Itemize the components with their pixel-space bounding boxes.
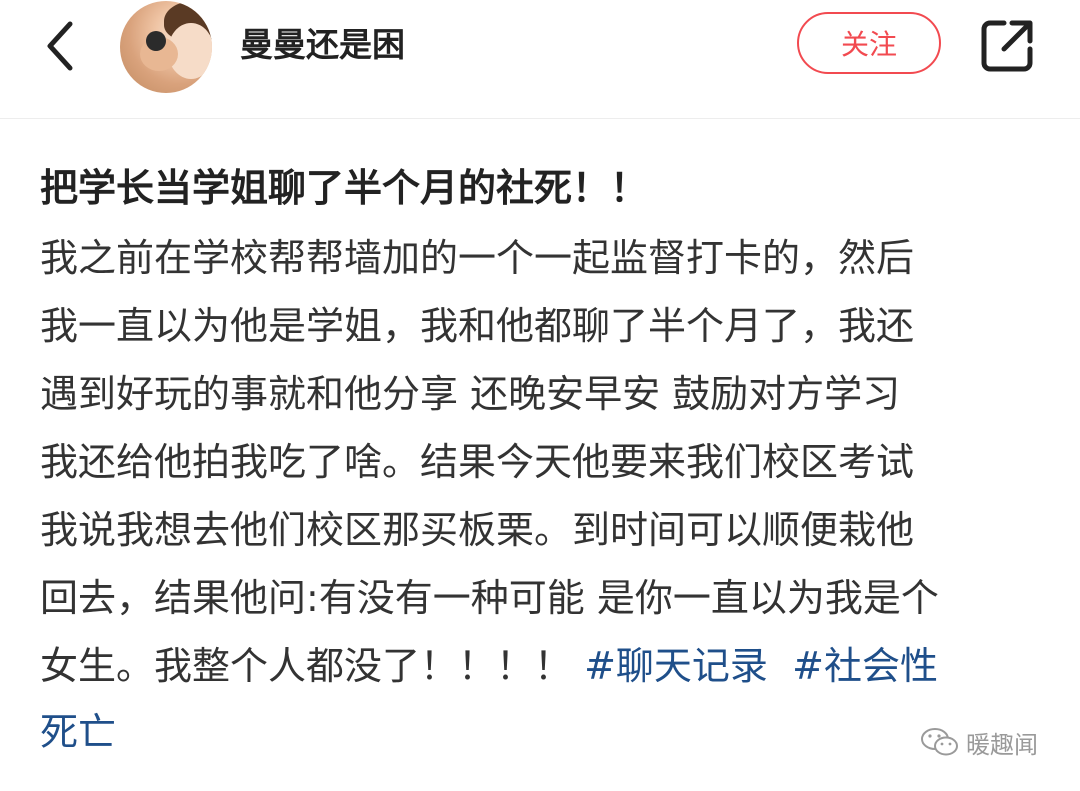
body-line: 我说我想去他们校区那买板栗。到时间可以顺便栽他	[40, 508, 915, 552]
hashtag-social-death[interactable]: #社会性	[792, 644, 938, 688]
watermark: 暖趣闻	[920, 722, 1038, 762]
hashtag-chat-record[interactable]: #聊天记录	[584, 644, 768, 688]
post-header: 曼曼还是困 关注	[0, 0, 1080, 119]
body-line: 回去，结果他问:有没有一种可能 是你一直以为我是个	[40, 576, 939, 620]
body-line: 我还给他拍我吃了啥。结果今天他要来我们校区考试	[40, 440, 915, 484]
body-line: 死亡	[40, 706, 116, 758]
body-line: 遇到好玩的事就和他分享 还晚安早安 鼓励对方学习	[40, 372, 901, 416]
body-text: 女生。我整个人都没了！！！！	[40, 644, 585, 688]
post-title: 把学长当学姐聊了半个月的社死！！	[40, 166, 649, 210]
follow-button[interactable]: 关注	[797, 12, 941, 74]
share-external-icon	[981, 20, 1033, 72]
watermark-text: 暖趣闻	[966, 730, 1038, 759]
share-button[interactable]	[980, 17, 1036, 73]
back-button[interactable]	[30, 16, 90, 76]
username[interactable]: 曼曼还是困	[240, 20, 405, 70]
body-line-with-tags: 女生。我整个人都没了！！！！ #聊天记录 #社会性	[40, 640, 938, 692]
avatar[interactable]	[120, 1, 212, 93]
body-line: 我一直以为他是学姐，我和他都聊了半个月了，我还	[40, 304, 915, 348]
body-line: 我之前在学校帮帮墙加的一个一起监督打卡的，然后	[40, 236, 915, 280]
wechat-icon	[921, 728, 958, 756]
post-page: 曼曼还是困 关注 把学长当学姐聊了半个月的社死！！ 我之前在学校帮帮墙加的一个一…	[0, 0, 1080, 791]
hashtag-social-death-cont[interactable]: 死亡	[40, 710, 116, 754]
chevron-left-icon	[47, 21, 73, 71]
